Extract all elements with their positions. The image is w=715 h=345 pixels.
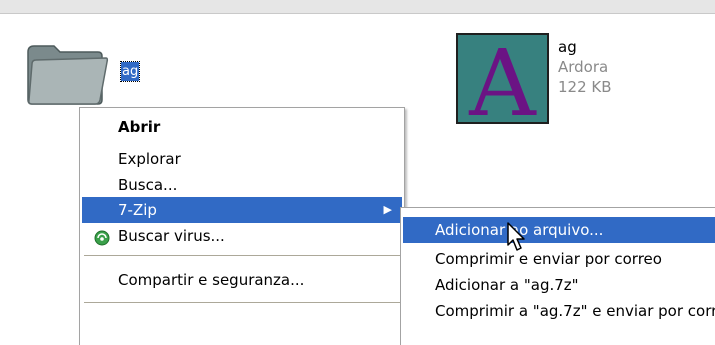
- menu-item-compartir[interactable]: Compartir e seguranza...: [82, 267, 402, 293]
- thumbnail-letter: A: [469, 30, 536, 137]
- submenu-item-label: Comprimir a "ag.7z" e enviar por correo: [435, 302, 715, 320]
- file-size-label: 122 KB: [558, 78, 612, 96]
- menu-item-buscar-virus[interactable]: Buscar virus...: [82, 223, 402, 249]
- menu-item-label: Abrir: [118, 118, 161, 136]
- menu-item-label: Compartir e seguranza...: [118, 271, 305, 289]
- submenu-item-adicionar-ao-arquivo[interactable]: Adicionar ao arquivo...: [403, 217, 715, 243]
- menu-separator: [84, 302, 400, 303]
- mouse-cursor-icon: [507, 222, 529, 252]
- menu-item-label: Explorar: [118, 150, 181, 168]
- ardora-file-icon[interactable]: A: [456, 30, 549, 137]
- folder-name-label[interactable]: ag: [119, 61, 141, 82]
- submenu-7zip: Adicionar ao arquivo... Comprimir e envi…: [400, 207, 715, 345]
- menu-item-7zip[interactable]: 7-Zip ▶: [82, 197, 402, 223]
- toolbar-strip: [0, 0, 715, 14]
- context-menu: Abrir Explorar Busca... 7-Zip ▶ Buscar v…: [79, 107, 405, 345]
- menu-item-label: 7-Zip: [118, 201, 157, 219]
- file-name-label[interactable]: ag: [558, 38, 577, 56]
- folder-icon[interactable]: [22, 36, 110, 108]
- menu-separator: [84, 255, 400, 256]
- menu-item-label: Busca...: [118, 176, 178, 194]
- submenu-item-label: Adicionar a "ag.7z": [435, 276, 579, 294]
- submenu-item-label: Comprimir e enviar por correo: [435, 250, 662, 268]
- menu-item-label: Buscar virus...: [118, 227, 225, 245]
- submenu-item-adicionar-a-7z[interactable]: Adicionar a "ag.7z": [403, 272, 715, 298]
- virus-scan-icon: [94, 228, 110, 246]
- submenu-item-comprimir-a-7z-enviar[interactable]: Comprimir a "ag.7z" e enviar por correo: [403, 298, 715, 324]
- menu-item-explorar[interactable]: Explorar: [82, 146, 402, 172]
- file-type-label: Ardora: [558, 58, 609, 76]
- menu-item-abrir[interactable]: Abrir: [82, 114, 402, 140]
- submenu-item-comprimir-enviar[interactable]: Comprimir e enviar por correo: [403, 246, 715, 272]
- submenu-arrow-icon: ▶: [383, 203, 392, 216]
- menu-item-busca[interactable]: Busca...: [82, 172, 402, 198]
